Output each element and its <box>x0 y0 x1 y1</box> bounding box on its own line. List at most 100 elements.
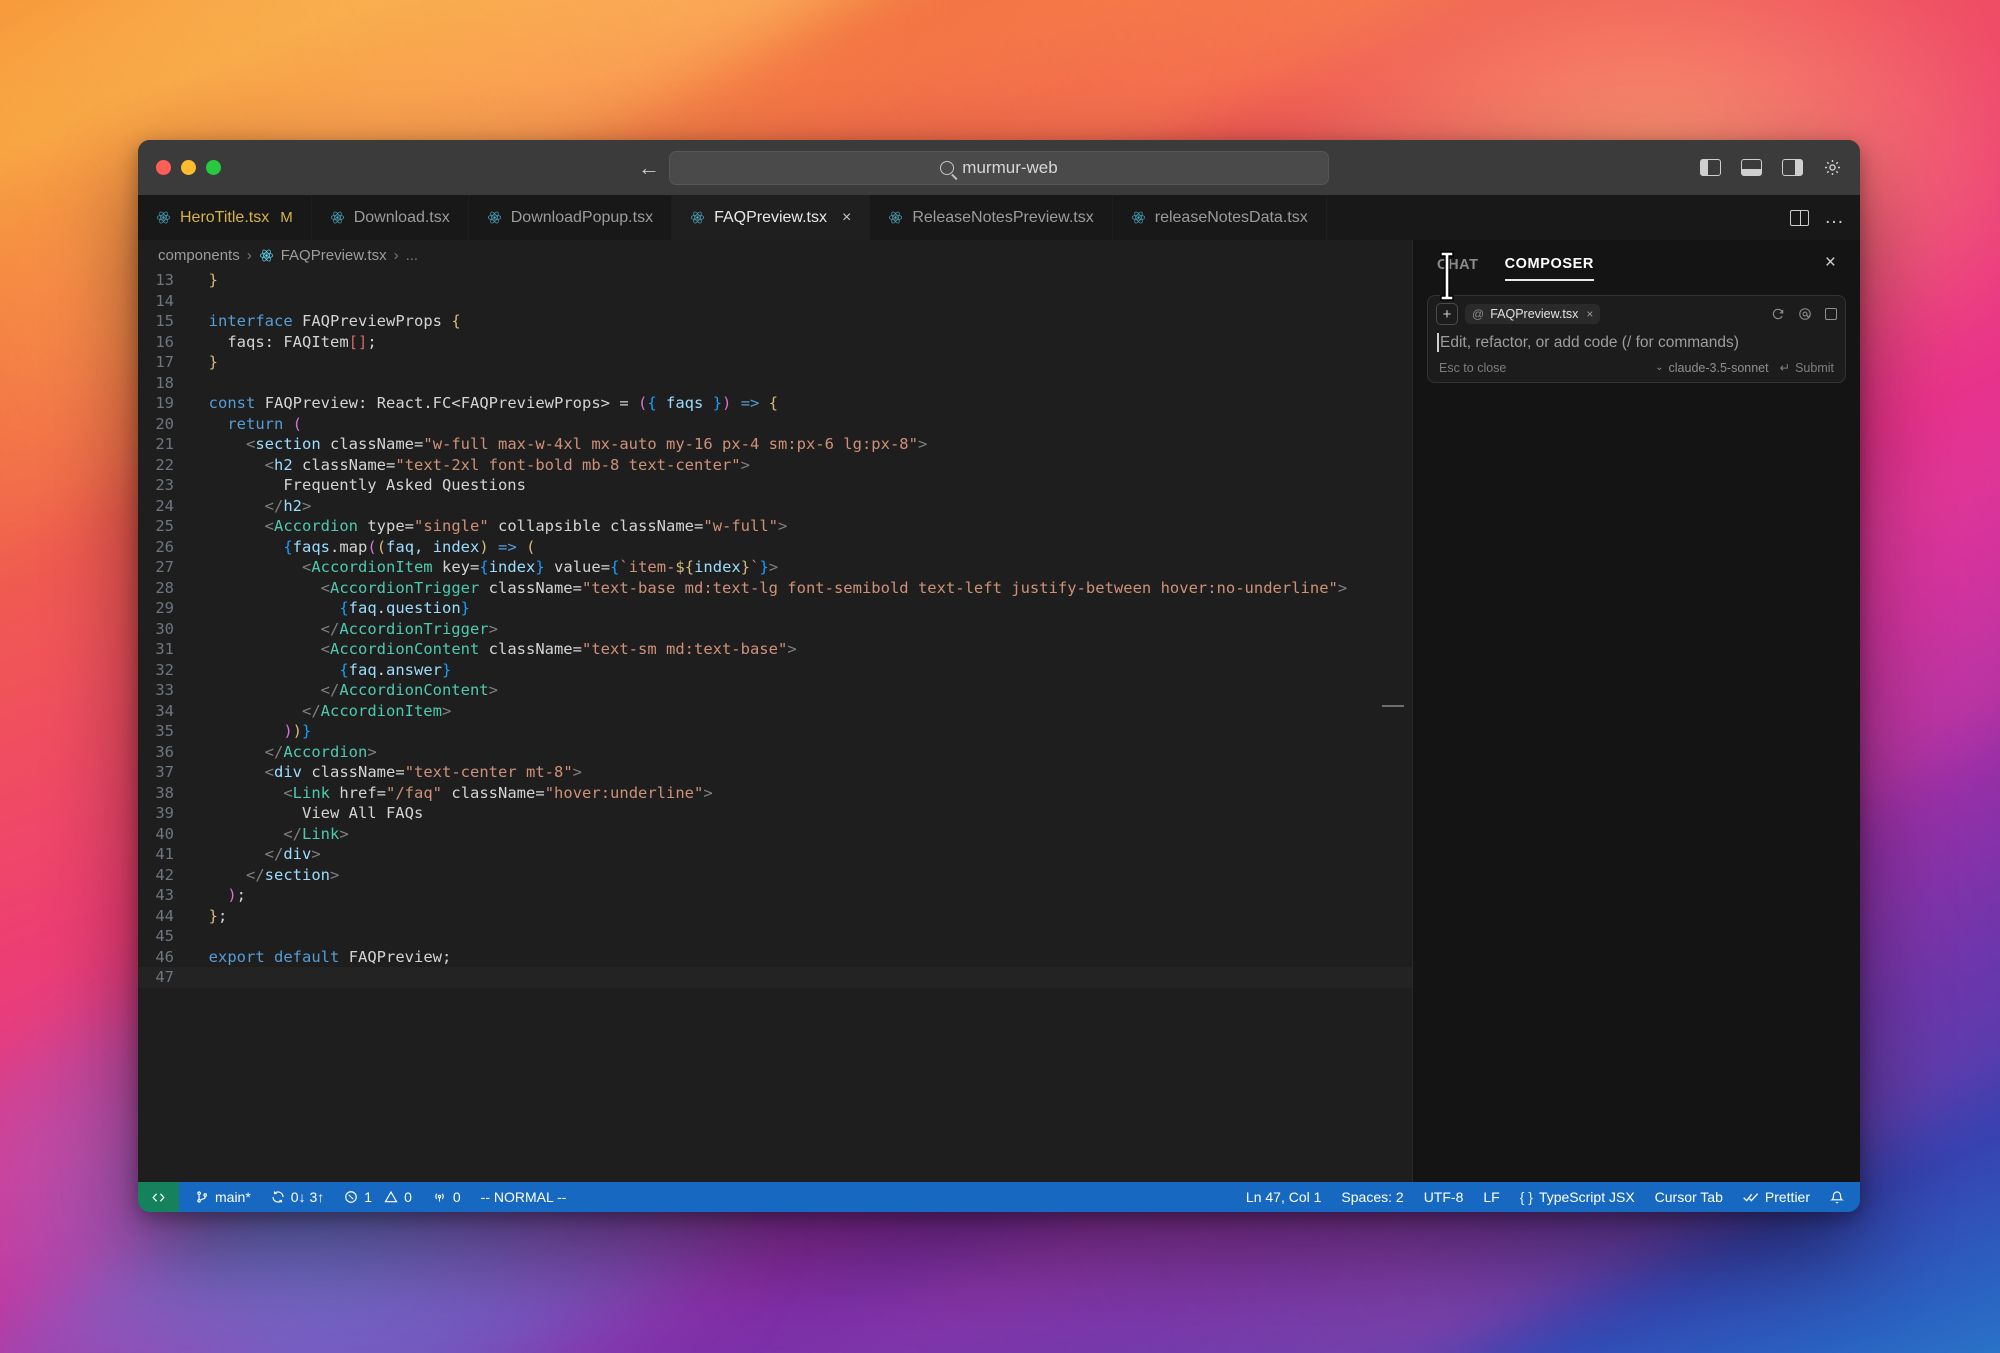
history-icon[interactable] <box>1771 307 1785 321</box>
line-number: 37 <box>138 762 190 783</box>
more-actions-icon[interactable]: ... <box>1825 208 1844 227</box>
editor-tab[interactable]: DownloadPopup.tsx <box>469 195 672 240</box>
composer-input-box[interactable]: + @ FAQPreview.tsx × <box>1427 295 1846 383</box>
formatter-name: Prettier <box>1765 1189 1810 1205</box>
at-symbol-icon: @ <box>1472 307 1484 321</box>
traffic-light-buttons[interactable] <box>138 160 221 175</box>
react-file-icon <box>259 248 274 263</box>
line-number: 31 <box>138 639 190 660</box>
line-number: 41 <box>138 844 190 865</box>
line-number: 40 <box>138 824 190 845</box>
line-number: 21 <box>138 434 190 455</box>
context-file-chip[interactable]: @ FAQPreview.tsx × <box>1465 304 1600 324</box>
code-line-text: <div className="text-center mt-8"> <box>190 762 1412 783</box>
code-line: 33 </AccordionContent> <box>138 680 1412 701</box>
git-sync-item[interactable]: 0↓ 3↑ <box>271 1189 324 1205</box>
code-line: 39 View All FAQs <box>138 803 1412 824</box>
line-number: 45 <box>138 926 190 947</box>
code-line: 28 <AccordionTrigger className="text-bas… <box>138 578 1412 599</box>
file-encoding[interactable]: UTF-8 <box>1424 1189 1464 1205</box>
settings-gear-icon[interactable] <box>1823 158 1842 177</box>
code-line-text <box>190 373 1412 394</box>
braces-icon: { } <box>1520 1189 1533 1205</box>
breadcrumb-file[interactable]: FAQPreview.tsx <box>281 247 387 264</box>
editor-tab-label: FAQPreview.tsx <box>714 209 827 227</box>
toggle-primary-sidebar-icon[interactable] <box>1700 159 1721 176</box>
editor-tab[interactable]: ReleaseNotesPreview.tsx <box>870 195 1112 240</box>
line-number: 42 <box>138 865 190 886</box>
vim-mode-indicator: -- NORMAL -- <box>481 1189 567 1205</box>
git-branch-name: main* <box>215 1189 251 1205</box>
submit-button[interactable]: ↵ Submit <box>1780 360 1834 375</box>
code-content[interactable]: 13 }1415 interface FAQPreviewProps {16 f… <box>138 270 1412 988</box>
close-tab-icon[interactable]: × <box>842 209 851 227</box>
notifications-bell[interactable] <box>1830 1190 1844 1205</box>
maximize-window-button[interactable] <box>206 160 221 175</box>
code-line-text: export default FAQPreview; <box>190 947 1412 968</box>
code-line-text: </AccordionItem> <box>190 701 1412 722</box>
line-number: 36 <box>138 742 190 763</box>
at-mention-icon[interactable] <box>1798 307 1812 321</box>
split-editor-icon[interactable] <box>1790 210 1809 226</box>
composer-header: + @ FAQPreview.tsx × <box>1436 303 1837 325</box>
code-line: 40 </Link> <box>138 824 1412 845</box>
code-editor-area[interactable]: 13 }1415 interface FAQPreviewProps {16 f… <box>138 270 1412 1182</box>
breadcrumb-folder[interactable]: components <box>158 247 240 264</box>
formatter-indicator[interactable]: Prettier <box>1743 1189 1810 1205</box>
esc-hint: Esc to close <box>1439 361 1506 375</box>
tab-chat[interactable]: CHAT <box>1437 245 1479 280</box>
add-context-button[interactable]: + <box>1436 303 1458 325</box>
end-of-line-sequence[interactable]: LF <box>1483 1189 1499 1205</box>
remote-window-indicator[interactable] <box>138 1182 179 1212</box>
cursor-tab-indicator[interactable]: Cursor Tab <box>1655 1189 1723 1205</box>
code-line: 47 <box>138 967 1412 988</box>
react-file-icon <box>156 210 171 225</box>
editor-body: components › FAQPreview.tsx › ... 13 }14… <box>138 240 1860 1182</box>
editor-tab[interactable]: FAQPreview.tsx × <box>672 195 870 240</box>
titlebar-right-actions <box>1700 158 1842 177</box>
code-line-text: }; <box>190 906 1412 927</box>
line-number: 30 <box>138 619 190 640</box>
line-number: 26 <box>138 537 190 558</box>
tab-composer[interactable]: COMPOSER <box>1505 244 1594 281</box>
new-composer-icon[interactable] <box>1825 308 1837 320</box>
code-line: 31 <AccordionContent className="text-sm … <box>138 639 1412 660</box>
git-branch-icon <box>195 1190 209 1204</box>
breadcrumb-separator: › <box>394 247 399 264</box>
model-selector[interactable]: ⌄ claude-3.5-sonnet <box>1655 361 1768 375</box>
code-line-text: <AccordionContent className="text-sm md:… <box>190 639 1412 660</box>
composer-text-input[interactable]: Edit, refactor, or add code (/ for comma… <box>1436 325 1837 358</box>
minimize-window-button[interactable] <box>181 160 196 175</box>
editor-tab[interactable]: Download.tsx <box>312 195 469 240</box>
code-line: 29 {faq.question} <box>138 598 1412 619</box>
editor-tab[interactable]: releaseNotesData.tsx <box>1113 195 1327 240</box>
ports-item[interactable]: 0 <box>432 1189 461 1205</box>
line-number: 24 <box>138 496 190 517</box>
back-arrow-icon[interactable]: ← <box>638 157 660 179</box>
remove-context-icon[interactable]: × <box>1586 307 1593 321</box>
breadcrumb-ellipsis[interactable]: ... <box>406 247 419 264</box>
problems-item[interactable]: 1 0 <box>344 1189 412 1205</box>
submit-label: Submit <box>1795 361 1834 375</box>
warning-icon <box>384 1190 398 1204</box>
indentation-setting[interactable]: Spaces: 2 <box>1341 1189 1403 1205</box>
sync-counts: 0↓ 3↑ <box>291 1189 324 1205</box>
toggle-panel-icon[interactable] <box>1741 159 1762 176</box>
toggle-secondary-sidebar-icon[interactable] <box>1782 159 1803 176</box>
line-number: 25 <box>138 516 190 537</box>
editor-tab[interactable]: HeroTitle.tsxM <box>138 195 312 240</box>
close-panel-icon[interactable]: × <box>1825 252 1836 274</box>
code-line-text: } <box>190 352 1412 373</box>
editor-tab-label: HeroTitle.tsx <box>180 209 269 227</box>
command-search-bar[interactable]: murmur-web <box>669 151 1329 185</box>
status-bar-right: Ln 47, Col 1 Spaces: 2 UTF-8 LF { } Type… <box>1246 1189 1860 1205</box>
code-line-text: <h2 className="text-2xl font-bold mb-8 t… <box>190 455 1412 476</box>
line-number: 38 <box>138 783 190 804</box>
composer-placeholder: Edit, refactor, or add code (/ for comma… <box>1440 334 1739 351</box>
enter-key-icon: ↵ <box>1780 360 1790 375</box>
cursor-position[interactable]: Ln 47, Col 1 <box>1246 1189 1322 1205</box>
git-branch-item[interactable]: main* <box>195 1189 251 1205</box>
language-mode[interactable]: { } TypeScript JSX <box>1520 1189 1635 1205</box>
close-window-button[interactable] <box>156 160 171 175</box>
double-check-icon <box>1743 1191 1759 1203</box>
